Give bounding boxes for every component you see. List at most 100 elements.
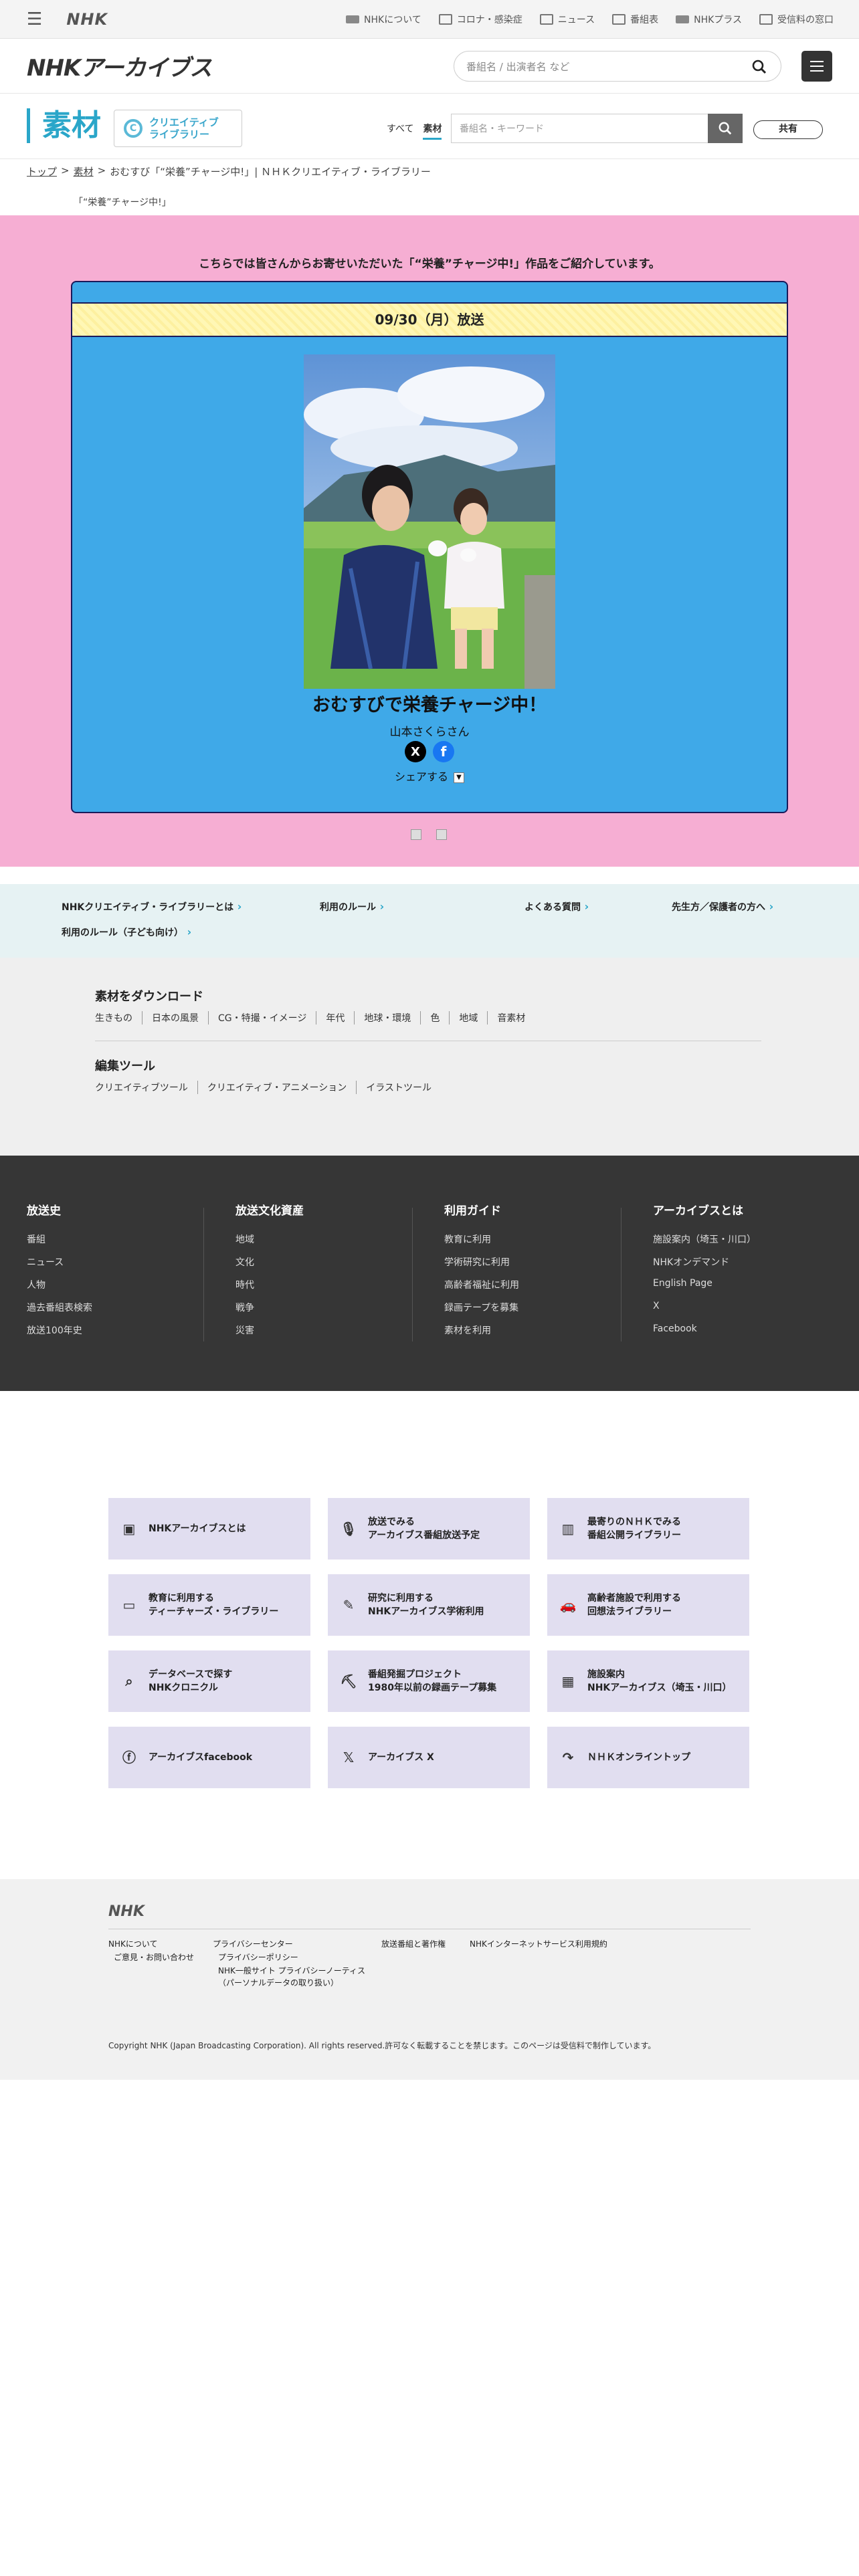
category-link[interactable]: 地球・環境 bbox=[354, 1011, 420, 1025]
tile-x[interactable]: 𝕏 アーカイブス X bbox=[328, 1727, 530, 1788]
footer-link[interactable]: 学術研究に利用 bbox=[444, 1255, 519, 1278]
archives-logo[interactable]: NHKアーカイブス bbox=[27, 49, 212, 82]
material-nav: 素材をダウンロード 生きもの 日本の風景 CG・特撮・イメージ 年代 地球・環境… bbox=[0, 958, 859, 1156]
footer-link[interactable]: 地域 bbox=[235, 1232, 304, 1255]
category-link[interactable]: 色 bbox=[420, 1011, 449, 1025]
footer-link[interactable]: 戦争 bbox=[235, 1301, 304, 1323]
link-rules-for-kids[interactable]: 利用のルール（子ども向け） bbox=[62, 926, 191, 939]
footer-link[interactable]: 録画テープを募集 bbox=[444, 1301, 519, 1323]
footer-link[interactable]: 教育に利用 bbox=[444, 1232, 519, 1255]
x-icon: 𝕏 bbox=[343, 1749, 355, 1765]
footer-link-privacy-notice[interactable]: NHK一般サイト プライバシーノーティス bbox=[218, 1965, 365, 1977]
footer-link[interactable]: 施設案内（埼玉・川口） bbox=[653, 1232, 756, 1255]
download-categories: 生きもの 日本の風景 CG・特撮・イメージ 年代 地球・環境 色 地域 音素材 bbox=[95, 1011, 535, 1025]
edit-tools-list: クリエイティブツール クリエイティブ・アニメーション イラストツール bbox=[95, 1081, 441, 1094]
carousel-dot[interactable] bbox=[436, 829, 447, 840]
breadcrumb-material[interactable]: 素材 bbox=[74, 165, 94, 179]
feature-section: こちらでは皆さんからお寄せいただいた「“栄養”チャージ中!」作品をご紹介していま… bbox=[0, 215, 859, 867]
footer-link[interactable]: NHKオンデマンド bbox=[653, 1255, 756, 1278]
footer-link[interactable]: 過去番組表検索 bbox=[27, 1301, 92, 1323]
share-toggle[interactable]: シェアする ▼ bbox=[72, 768, 787, 784]
tile-tape-project[interactable]: ⛏ 番組発掘プロジェクト 1980年以前の録画テープ募集 bbox=[328, 1650, 530, 1712]
material-search-button[interactable] bbox=[708, 114, 743, 143]
footer-link-privacy-policy[interactable]: プライバシーポリシー bbox=[218, 1951, 298, 1963]
link-about-nhk[interactable]: NHKについて bbox=[346, 13, 421, 26]
menu-icon[interactable]: ☰ bbox=[27, 11, 42, 28]
footer-link-copyright[interactable]: 放送番組と著作権 bbox=[381, 1938, 446, 1950]
tile-recollection-library[interactable]: 🚗 高齢者施設で利用する 回想法ライブラリー bbox=[547, 1574, 749, 1636]
category-link[interactable]: 生きもの bbox=[95, 1011, 142, 1025]
category-link[interactable]: 日本の風景 bbox=[142, 1011, 208, 1025]
footer-link-about[interactable]: NHKについて bbox=[108, 1938, 158, 1950]
tile-about-archives[interactable]: ▣ NHKアーカイブスとは bbox=[108, 1498, 310, 1560]
footer-nhk-logo[interactable]: NHK bbox=[108, 1903, 145, 1920]
footer-link[interactable]: Facebook bbox=[653, 1323, 756, 1346]
work-photo[interactable] bbox=[304, 354, 555, 689]
carousel-dot[interactable] bbox=[411, 829, 421, 840]
tile-facebook[interactable]: ⓕ アーカイブスfacebook bbox=[108, 1727, 310, 1788]
footer-link[interactable]: 災害 bbox=[235, 1323, 304, 1346]
archives-header: NHKアーカイブス 番組名 / 出演者名 など bbox=[0, 39, 859, 94]
footer-link[interactable]: 人物 bbox=[27, 1278, 92, 1301]
tile-nhk-online[interactable]: ↷ ＮＨＫオンライントップ bbox=[547, 1727, 749, 1788]
breadcrumb-top[interactable]: トップ bbox=[27, 165, 57, 179]
material-search-input[interactable]: 番組名・キーワード bbox=[451, 114, 708, 143]
footer-link[interactable]: 文化 bbox=[235, 1255, 304, 1278]
footer-link[interactable]: English Page bbox=[653, 1278, 756, 1301]
tab-all[interactable]: すべて bbox=[387, 122, 413, 140]
footer-link[interactable]: X bbox=[653, 1301, 756, 1323]
search-icon bbox=[719, 122, 732, 135]
category-link[interactable]: CG・特撮・イメージ bbox=[208, 1011, 316, 1025]
footer-col-heritage: 放送文化資産 地域 文化 時代 戦争 災害 bbox=[235, 1201, 304, 1346]
breadcrumb: トップ > 素材 > おむすび「“栄養”チャージ中!」| ＮＨＫクリエイティブ・… bbox=[27, 165, 431, 179]
tab-material[interactable]: 素材 bbox=[423, 122, 442, 140]
footer-link-terms[interactable]: NHKインターネットサービス利用規約 bbox=[470, 1938, 607, 1950]
footer-link-contact[interactable]: ご意見・お問い合わせ bbox=[114, 1951, 194, 1963]
chevron-down-icon: ▼ bbox=[454, 772, 464, 783]
tile-nhk-chronicle[interactable]: ⌕ データベースで探す NHKクロニクル bbox=[108, 1650, 310, 1712]
category-link[interactable]: 音素材 bbox=[487, 1011, 535, 1025]
share-button[interactable]: 共有 bbox=[753, 120, 823, 139]
footer-link[interactable]: 高齢者福祉に利用 bbox=[444, 1278, 519, 1301]
facebook-share-icon[interactable]: f bbox=[433, 741, 454, 762]
link-faq[interactable]: よくある質問 bbox=[524, 900, 589, 914]
tile-teachers-library[interactable]: ▭ 教育に利用する ティーチャーズ・ライブラリー bbox=[108, 1574, 310, 1636]
footer-link[interactable]: 放送100年史 bbox=[27, 1323, 92, 1346]
link-for-teachers[interactable]: 先生方／保護者の方へ bbox=[672, 900, 773, 914]
program-search-input[interactable]: 番組名 / 出演者名 など bbox=[454, 51, 781, 82]
category-link[interactable]: 地域 bbox=[449, 1011, 487, 1025]
tile-facility-guide[interactable]: ▦ 施設案内 NHKアーカイブス（埼玉・川口） bbox=[547, 1650, 749, 1712]
link-corona[interactable]: コロナ・感染症 bbox=[438, 13, 522, 26]
building-icon: ▥ bbox=[561, 1521, 575, 1537]
footer-link-privacy-center[interactable]: プライバシーセンター bbox=[213, 1938, 293, 1950]
link-nhk-plus[interactable]: NHKプラス bbox=[676, 13, 742, 26]
footer-link-privacy-notice-sub[interactable]: （パーソナルデータの取り扱い） bbox=[218, 1977, 339, 1989]
tool-link[interactable]: クリエイティブ・アニメーション bbox=[197, 1081, 356, 1094]
category-link[interactable]: 年代 bbox=[316, 1011, 354, 1025]
tile-public-library[interactable]: ▥ 最寄りのＮＨＫでみる 番組公開ライブラリー bbox=[547, 1498, 749, 1560]
link-program-guide[interactable]: 番組表 bbox=[612, 13, 658, 26]
footer-link[interactable]: 時代 bbox=[235, 1278, 304, 1301]
global-links: NHKについて コロナ・感染症 ニュース 番組表 NHKプラス 受信料の窓口 bbox=[346, 0, 834, 39]
x-share-icon[interactable]: X bbox=[405, 741, 426, 762]
footer-link[interactable]: 素材を利用 bbox=[444, 1323, 519, 1346]
pen-icon: ✎ bbox=[343, 1597, 355, 1613]
footer-link[interactable]: 番組 bbox=[27, 1232, 92, 1255]
tool-link[interactable]: イラストツール bbox=[356, 1081, 441, 1094]
hamburger-menu-button[interactable] bbox=[801, 51, 832, 82]
tile-academic-use[interactable]: ✎ 研究に利用する NHKアーカイブス学術利用 bbox=[328, 1574, 530, 1636]
tile-broadcast-schedule[interactable]: 🎙 放送でみる アーカイブス番組放送予定 bbox=[328, 1498, 530, 1560]
link-library-about[interactable]: NHKクリエイティブ・ライブラリーとは bbox=[62, 900, 242, 914]
link-usage-rules[interactable]: 利用のルール bbox=[320, 900, 384, 914]
divider bbox=[621, 1208, 622, 1341]
search-icon[interactable] bbox=[751, 59, 767, 75]
footer-link[interactable]: ニュース bbox=[27, 1255, 92, 1278]
copyright: Copyright NHK (Japan Broadcasting Corpor… bbox=[108, 2041, 656, 2050]
link-news[interactable]: ニュース bbox=[539, 13, 595, 26]
footer-col-about: アーカイブスとは 施設案内（埼玉・川口） NHKオンデマンド English P… bbox=[653, 1201, 756, 1346]
link-fee-window[interactable]: 受信料の窓口 bbox=[759, 13, 834, 26]
creative-library-logo[interactable]: C クリエイティブ ライブラリー bbox=[114, 110, 242, 147]
nhk-logo[interactable]: NHK bbox=[66, 10, 108, 29]
tool-link[interactable]: クリエイティブツール bbox=[95, 1081, 197, 1094]
search-database-icon: ⌕ bbox=[125, 1673, 133, 1689]
